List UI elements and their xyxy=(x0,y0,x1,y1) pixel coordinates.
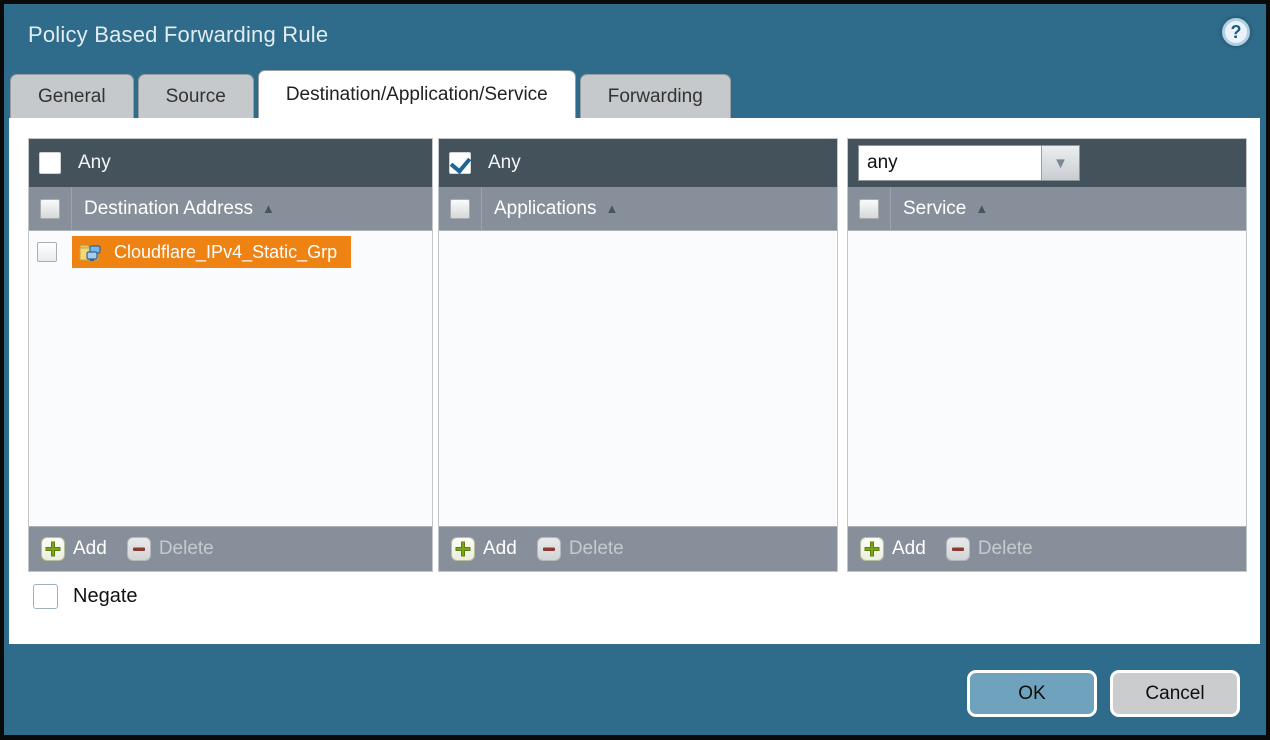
add-button[interactable]: Add xyxy=(860,537,926,561)
applications-select-all-checkbox[interactable] xyxy=(450,199,470,219)
help-icon[interactable]: ? xyxy=(1222,18,1250,46)
address-group-label: Cloudflare_IPv4_Static_Grp xyxy=(114,242,337,263)
destination-any-label: Any xyxy=(78,152,111,174)
tab-bar: General Source Destination/Application/S… xyxy=(10,70,731,118)
screen: Policy Based Forwarding Rule ? General S… xyxy=(0,0,1270,740)
tab-general[interactable]: General xyxy=(10,74,134,118)
delete-label: Delete xyxy=(159,538,214,560)
sort-asc-icon[interactable]: ▲ xyxy=(975,201,988,216)
delete-button[interactable]: Delete xyxy=(946,537,1033,561)
cancel-button[interactable]: Cancel xyxy=(1110,670,1240,717)
applications-any-checkbox[interactable] xyxy=(449,152,471,174)
negate-label: Negate xyxy=(73,585,138,608)
policy-forwarding-dialog: Policy Based Forwarding Rule ? General S… xyxy=(4,4,1266,735)
destination-any-bar: Any xyxy=(29,139,432,187)
sort-asc-icon[interactable]: ▲ xyxy=(605,201,618,216)
chevron-down-icon[interactable]: ▼ xyxy=(1041,146,1079,180)
destination-header-label[interactable]: Destination Address xyxy=(84,198,253,220)
service-list xyxy=(848,231,1246,526)
tab-content: Any Destination Address ▲ xyxy=(9,118,1260,644)
add-label: Add xyxy=(73,538,107,560)
negate-row: Negate xyxy=(33,584,138,609)
service-column-header: Service ▲ xyxy=(848,187,1246,231)
tab-forwarding[interactable]: Forwarding xyxy=(580,74,731,118)
add-label: Add xyxy=(483,538,517,560)
ok-button[interactable]: OK xyxy=(967,670,1097,717)
applications-any-label: Any xyxy=(488,152,521,174)
service-dropdown-value: any xyxy=(859,146,1041,180)
delete-label: Delete xyxy=(569,538,624,560)
add-label: Add xyxy=(892,538,926,560)
tab-destination-application-service[interactable]: Destination/Application/Service xyxy=(258,70,576,118)
applications-toolbar: Add Delete xyxy=(439,526,837,571)
applications-list xyxy=(439,231,837,526)
delete-button[interactable]: Delete xyxy=(537,537,624,561)
add-icon xyxy=(451,537,475,561)
service-header-label[interactable]: Service xyxy=(903,198,966,220)
row-checkbox[interactable] xyxy=(37,242,57,262)
address-group-item[interactable]: Cloudflare_IPv4_Static_Grp xyxy=(72,236,351,268)
delete-icon xyxy=(946,537,970,561)
destination-address-panel: Any Destination Address ▲ xyxy=(28,138,433,572)
add-icon xyxy=(41,537,65,561)
sort-asc-icon[interactable]: ▲ xyxy=(262,201,275,216)
applications-column-header: Applications ▲ xyxy=(439,187,837,231)
destination-toolbar: Add Delete xyxy=(29,526,432,571)
applications-any-bar: Any xyxy=(439,139,837,187)
delete-label: Delete xyxy=(978,538,1033,560)
service-select-all-checkbox[interactable] xyxy=(859,199,879,219)
delete-button[interactable]: Delete xyxy=(127,537,214,561)
destination-select-all-checkbox[interactable] xyxy=(40,199,60,219)
table-row: Cloudflare_IPv4_Static_Grp xyxy=(29,231,432,273)
service-mode-dropdown[interactable]: any ▼ xyxy=(858,145,1080,181)
dialog-title: Policy Based Forwarding Rule xyxy=(28,22,328,48)
service-any-bar: any ▼ xyxy=(848,139,1246,187)
destination-column-header: Destination Address ▲ xyxy=(29,187,432,231)
destination-any-checkbox[interactable] xyxy=(39,152,61,174)
negate-checkbox[interactable] xyxy=(33,584,58,609)
delete-icon xyxy=(127,537,151,561)
service-toolbar: Add Delete xyxy=(848,526,1246,571)
service-panel: any ▼ Service ▲ xyxy=(847,138,1247,572)
delete-icon xyxy=(537,537,561,561)
add-button[interactable]: Add xyxy=(41,537,107,561)
dialog-buttons: OK Cancel xyxy=(967,670,1240,717)
destination-list: Cloudflare_IPv4_Static_Grp xyxy=(29,231,432,526)
applications-header-label[interactable]: Applications xyxy=(494,198,596,220)
address-group-icon xyxy=(79,242,105,262)
applications-panel: Any Applications ▲ Add xyxy=(438,138,838,572)
tab-source[interactable]: Source xyxy=(138,74,254,118)
add-icon xyxy=(860,537,884,561)
add-button[interactable]: Add xyxy=(451,537,517,561)
